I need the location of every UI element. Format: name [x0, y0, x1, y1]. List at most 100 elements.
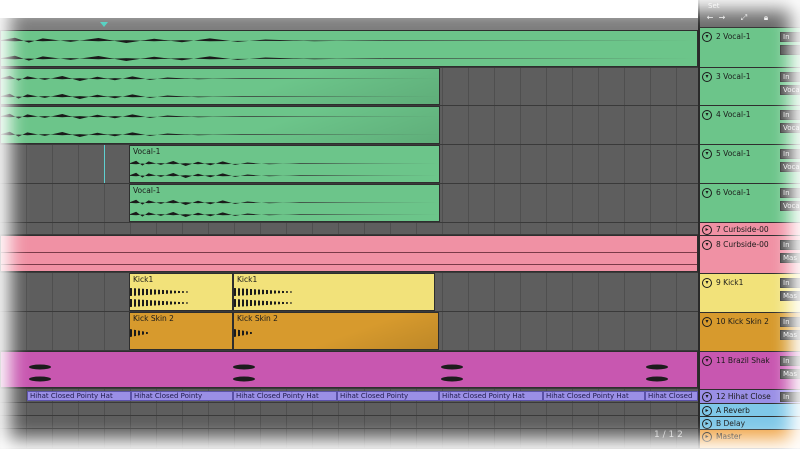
track-lane[interactable]: Kick1 Kick1 — [0, 273, 698, 312]
output-select[interactable]: Mas — [780, 330, 800, 340]
hihat-clip[interactable]: Hihat Closed Pointy Hat — [27, 391, 131, 401]
fold-icon[interactable]: ▾ — [702, 148, 712, 159]
track-header[interactable]: ▾ 8 Curbside-00 In Mas — [700, 236, 800, 274]
audio-clip[interactable] — [0, 106, 440, 144]
fold-icon[interactable]: ▾ — [702, 355, 712, 366]
output-select[interactable]: Mas — [780, 291, 800, 301]
track-name[interactable]: A Reverb — [716, 406, 750, 415]
hihat-clip[interactable]: Hihat Closed Pointy Hat — [439, 391, 543, 401]
lock-icon[interactable]: 🔒︎ — [760, 13, 772, 23]
fold-icon[interactable]: ▾ — [702, 391, 712, 402]
fold-icon[interactable]: ▸ — [702, 224, 712, 235]
arrangement-window: Vocal-1 Vocal-1 Kick1 Kick1 Kick Skin 2 … — [0, 0, 800, 449]
fold-icon[interactable]: ▾ — [702, 277, 712, 288]
output-select[interactable]: Mas — [780, 253, 800, 263]
input-channel-select[interactable]: Voca — [780, 123, 800, 133]
fold-icon[interactable]: ▾ — [702, 187, 712, 198]
track-header[interactable]: ▾ 2 Vocal-1 In — [700, 28, 800, 68]
midi-clip[interactable]: Kick1 — [233, 273, 435, 311]
track-name[interactable]: 11 Brazil Shak — [716, 356, 770, 365]
track-lane[interactable] — [0, 416, 698, 429]
track-header[interactable]: ▸ 7 Curbside-00 — [700, 223, 800, 236]
track-name[interactable]: 8 Curbside-00 — [716, 240, 769, 249]
input-type-select[interactable]: In — [780, 317, 800, 327]
input-type-select[interactable]: In — [780, 32, 800, 42]
track-name[interactable]: 9 Kick1 — [716, 278, 743, 287]
input-type-select[interactable]: In — [780, 278, 800, 288]
track-header[interactable]: ▾ 6 Vocal-1 In Voca — [700, 184, 800, 223]
audio-clip[interactable] — [0, 30, 698, 67]
audio-clip[interactable] — [0, 235, 698, 272]
audio-clip[interactable]: Vocal-1 — [129, 145, 440, 183]
fold-icon[interactable]: ▾ — [702, 31, 712, 42]
hihat-clip[interactable]: Hihat Closed Pointy — [131, 391, 233, 401]
input-channel-select[interactable] — [780, 45, 800, 55]
track-header[interactable]: ▾ 11 Brazil Shak In Mas — [700, 352, 800, 390]
track-name[interactable]: 2 Vocal-1 — [716, 32, 751, 41]
playhead-marker-icon[interactable] — [100, 22, 108, 27]
arrow-left-icon[interactable]: ← — [704, 13, 716, 23]
input-channel-select[interactable]: Voca — [780, 162, 800, 172]
fold-icon[interactable]: ▸ — [702, 418, 712, 429]
audio-clip[interactable]: Vocal-1 — [129, 184, 440, 222]
input-type-select[interactable]: In — [780, 240, 800, 250]
track-header[interactable]: ▾ 4 Vocal-1 In Voca — [700, 106, 800, 145]
arrangement-view[interactable]: Vocal-1 Vocal-1 Kick1 Kick1 Kick Skin 2 … — [0, 18, 698, 449]
track-lane[interactable] — [0, 223, 698, 235]
track-name[interactable]: 10 Kick Skin 2 — [716, 317, 769, 326]
return-track-header[interactable]: ▸ B Delay — [700, 417, 800, 430]
track-name[interactable]: 12 Hihat Close — [716, 392, 771, 401]
input-type-select[interactable]: In — [780, 356, 800, 366]
hihat-clip[interactable]: Hihat Closed Pointy Hat — [543, 391, 645, 401]
input-type-select[interactable]: In — [780, 188, 800, 198]
return-track-header[interactable]: ▸ A Reverb — [700, 404, 800, 417]
track-lane[interactable] — [0, 30, 698, 68]
track-name[interactable]: 6 Vocal-1 — [716, 188, 751, 197]
input-type-select[interactable]: In — [780, 72, 800, 82]
track-lane[interactable] — [0, 403, 698, 416]
track-header[interactable]: ▾ 5 Vocal-1 In Voca — [700, 145, 800, 184]
track-header[interactable]: ▾ 3 Vocal-1 In Voca — [700, 68, 800, 106]
output-select[interactable]: Mas — [780, 369, 800, 379]
track-header[interactable]: ▾ 9 Kick1 In Mas — [700, 274, 800, 313]
track-name[interactable]: B Delay — [716, 419, 745, 428]
arrow-right-icon[interactable]: → — [716, 13, 728, 23]
audio-clip[interactable] — [0, 68, 440, 105]
input-type-select[interactable]: In — [780, 149, 800, 159]
track-lane[interactable] — [0, 68, 698, 106]
fold-icon[interactable]: ▾ — [702, 71, 712, 82]
expand-icon[interactable]: ⤢ — [738, 13, 750, 23]
midi-clip[interactable]: Kick Skin 2 — [129, 312, 233, 350]
track-lane[interactable]: Hihat Closed Pointy Hat Hihat Closed Poi… — [0, 389, 698, 403]
track-name[interactable]: 4 Vocal-1 — [716, 110, 751, 119]
input-type-select[interactable]: In — [780, 110, 800, 120]
track-name[interactable]: 5 Vocal-1 — [716, 149, 751, 158]
hihat-clip[interactable]: Hihat Closed — [645, 391, 698, 401]
fold-icon[interactable]: ▾ — [702, 316, 712, 327]
fold-icon[interactable]: ▾ — [702, 109, 712, 120]
audio-clip[interactable] — [0, 351, 698, 388]
track-lane[interactable] — [0, 351, 698, 389]
fold-icon[interactable]: ▸ — [702, 405, 712, 416]
track-lane[interactable]: Vocal-1 — [0, 145, 698, 184]
track-lane[interactable] — [0, 235, 698, 273]
fold-icon[interactable]: ▸ — [702, 431, 712, 442]
hihat-clip[interactable]: Hihat Closed Pointy Hat — [233, 391, 337, 401]
input-channel-select[interactable]: Voca — [780, 85, 800, 95]
track-lane[interactable]: Kick Skin 2 Kick Skin 2 — [0, 312, 698, 351]
track-lane[interactable]: Vocal-1 — [0, 184, 698, 223]
midi-clip[interactable]: Kick1 — [129, 273, 233, 311]
track-name[interactable]: 3 Vocal-1 — [716, 72, 751, 81]
track-lane[interactable] — [0, 429, 698, 449]
fold-icon[interactable]: ▾ — [702, 239, 712, 250]
midi-clip[interactable]: Kick Skin 2 — [233, 312, 439, 350]
input-type-select[interactable]: In — [780, 392, 800, 402]
hihat-clip[interactable]: Hihat Closed Pointy — [337, 391, 439, 401]
master-track-header[interactable]: ▸ Master — [700, 430, 800, 449]
input-channel-select[interactable]: Voca — [780, 201, 800, 211]
track-header[interactable]: ▾ 12 Hihat Close In — [700, 390, 800, 404]
track-lane[interactable] — [0, 106, 698, 145]
track-header[interactable]: ▾ 10 Kick Skin 2 In Mas — [700, 313, 800, 352]
track-name[interactable]: Master — [716, 432, 742, 441]
track-name[interactable]: 7 Curbside-00 — [716, 225, 769, 234]
